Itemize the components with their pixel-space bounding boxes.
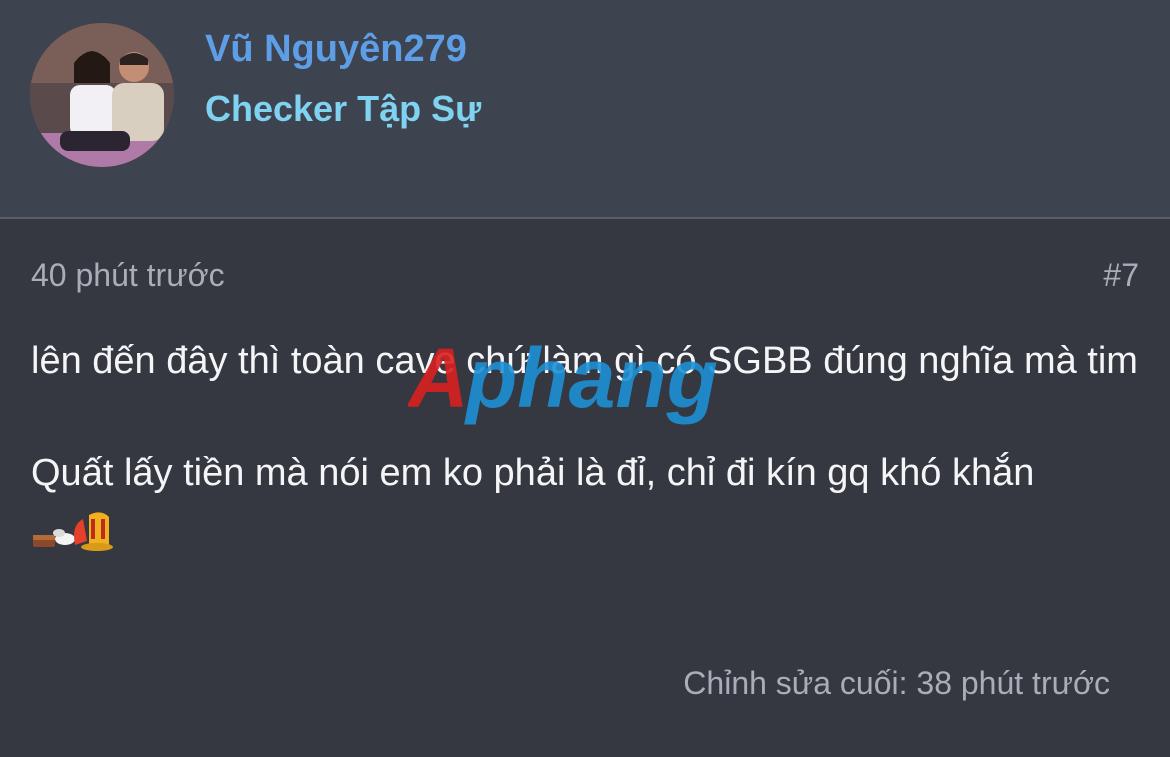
post-timestamp[interactable]: 40 phút trước: [31, 257, 225, 294]
post-number[interactable]: #7: [1103, 257, 1139, 294]
smoking-emoticon-icon: [33, 512, 113, 551]
post-paragraph: Quất lấy tiền mà nói em ko phải là đỉ, c…: [31, 452, 1035, 494]
username[interactable]: Vũ Nguyên279: [205, 28, 467, 71]
post-paragraph: lên đến đây thì toàn cave chứ làm gì có …: [31, 340, 1138, 382]
post-body: 40 phút trước #7 lên đến đây thì toàn ca…: [0, 221, 1170, 757]
user-rank: Checker Tập Sự: [205, 88, 482, 129]
last-edited-label: Chỉnh sửa cuối: 38 phút trước: [683, 665, 1110, 701]
avatar[interactable]: [30, 23, 174, 167]
post-author-header: Vũ Nguyên279 Checker Tập Sự: [0, 0, 1170, 219]
avatar-photo: [30, 23, 174, 167]
post-content: lên đến đây thì toàn cave chứ làm gì có …: [31, 333, 1141, 553]
